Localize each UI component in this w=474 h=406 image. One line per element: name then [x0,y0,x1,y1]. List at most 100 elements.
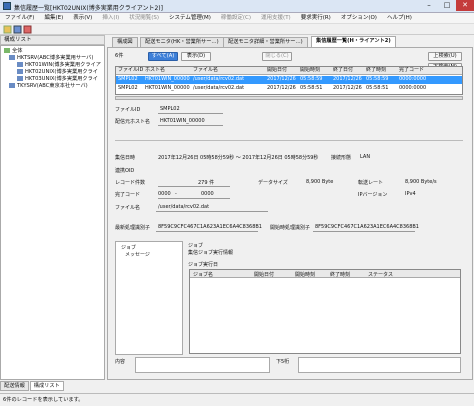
job-exec-label: ジョブ実行日 [188,262,219,268]
horizontal-scrollbar[interactable] [115,96,463,100]
col-start-date[interactable]: 開始日付 [265,67,298,74]
server-icon [9,55,15,60]
menu-options[interactable]: オプション(O) [336,13,382,24]
save-icon [13,25,22,34]
tree-item-job[interactable]: ジョブ [121,244,136,251]
client-icon [17,62,23,67]
col-job-start-time[interactable]: 開始時刻 [295,271,315,278]
minimize-button[interactable]: – [420,0,438,11]
cell-end-date: 2017/12/26 [333,85,362,91]
col-job-end-time[interactable]: 終了時刻 [330,271,350,278]
toolbar [0,24,474,35]
cell-host: HKT01WIN_00000 [145,85,190,91]
tree-item-message[interactable]: メッセージ [125,251,150,258]
left-bottom-tabs: 配送情報 構成リスト [0,381,105,391]
rate-value: 8,900 Byte/s [405,179,437,185]
all-button[interactable]: すべて(A) [148,52,178,61]
completion-code-1: 0000 [158,191,171,197]
menu-help[interactable]: ヘルプ(H) [382,13,417,24]
cell-start-time: 05:58:59 [300,76,323,82]
notes-textarea[interactable] [298,357,461,373]
col-start-time[interactable]: 開始時刻 [298,67,331,74]
datasize-label: データサイズ [258,180,288,186]
col-completion-code[interactable]: 完了コード [397,67,459,74]
menu-settings[interactable]: 稼働設定(C) [216,13,256,24]
search-up-button[interactable]: 上検索(U) [428,52,462,61]
job-info-label: 集信ジョブ実行情報 [188,250,234,256]
section-separator [115,140,463,141]
tree-node-hktsrv[interactable]: HKTSRV(ABC博多実業用サーバ) [9,55,93,62]
job-table[interactable]: ジョブ名 開始日付 開始時刻 終了時刻 ステータス [189,269,461,354]
col-job-status[interactable]: ステータス [368,271,393,278]
tree-node-tkysrv[interactable]: TKYSRV(ABC東京本社サーバ) [9,83,88,90]
tree-node-root[interactable]: 全体 [4,48,22,55]
menu-view[interactable]: 表示(V) [68,13,97,24]
cell-start-date: 2017/12/26 [267,76,296,82]
status-bar: 6件のレコードを表示しています。 [0,393,474,406]
menu-support[interactable]: 運用支援(T) [256,13,296,24]
col-job-name[interactable]: ジョブ名 [193,271,213,278]
tab-delivery-monitor-detail[interactable]: 配送モニタ詳細・営業所サー…) [223,37,308,47]
folder-icon [4,48,10,53]
menu-file[interactable]: ファイル(F) [0,13,39,24]
history-table[interactable]: ファイルID ホスト名 ファイル名 開始日付 開始時刻 終了日付 終了時刻 完了… [115,66,463,95]
cell-code: 0000:0000 [399,76,427,82]
col-end-time[interactable]: 終了時刻 [364,67,397,74]
time-label: 集信日時 [115,155,136,161]
tree-node-hkt02unix[interactable]: HKT02UNIX(博多実業用クライ [17,69,98,76]
job-table-header: ジョブ名 開始日付 開始時刻 終了時刻 ステータス [190,270,460,278]
menu-system[interactable]: システム管理(M) [164,13,216,24]
title-bar: 集信履歴一覧[HKT02UNIX(博多実業用クライアント2)] – □ ✕ [0,0,474,13]
maximize-button[interactable]: □ [438,0,456,11]
notes-label: 下5桁 [276,359,290,365]
records-value: 279 件 [198,180,215,186]
table-row[interactable]: SMPL02 HKT01WIN_00000 /user/data/rcv02.d… [116,85,462,93]
divider [156,231,258,232]
col-host[interactable]: ホスト名 [143,67,191,74]
main-tabs: 構成図 配送モニタ(HK・営業所サー…) 配送モニタ詳細・営業所サー…) 集信履… [107,36,473,47]
divider [156,211,268,212]
menu-edit[interactable]: 編集(E) [39,13,68,24]
app-icon [3,2,11,10]
content-textarea[interactable] [135,357,270,373]
server-icon [9,83,15,88]
tree-node-hkt01win[interactable]: HKT01WIN(博多実業用クライア [17,62,101,69]
close-button[interactable]: 閉じる(C) [262,52,292,61]
col-file-id[interactable]: ファイルID [116,67,143,74]
menu-status[interactable]: 状況閲覧(S) [124,13,164,24]
completion-code-2: 0000 [201,191,214,197]
divider [158,186,230,187]
tab-delivery-monitor[interactable]: 配送モニタ(HK・営業所サー…) [140,37,224,47]
tab-collection-history[interactable]: 集信履歴一覧(H・ライアント2) [311,36,396,47]
client-icon [17,69,23,74]
menu-request[interactable]: 要求実行(R) [296,13,336,24]
left-panel-title: 構成リスト [0,35,105,45]
job-tree[interactable]: ジョブ メッセージ [115,241,183,355]
start-process-id-value: 8F59C9CFC467C1A623A1EC6A4C8368B1 [315,224,419,230]
connection-label: 接続形態 [331,155,352,161]
records-label: レコード件数 [115,180,146,186]
delete-icon [23,25,32,34]
tab-config-diagram[interactable]: 構成図 [112,37,138,47]
col-filename[interactable]: ファイル名 [191,67,265,74]
menu-bar: ファイル(F) 編集(E) 表示(V) 挿入(I) 状況閲覧(S) システム管理(M) 稼働… [0,13,474,24]
col-end-date[interactable]: 終了日付 [331,67,364,74]
divider [158,125,223,126]
cell-end-date: 2017/12/26 [333,76,362,82]
time-value: 2017年12月26日 05時58分59秒 ～ 2017年12月26日 05時5… [158,155,319,161]
record-count: 6件 [115,53,124,59]
close-window-button[interactable]: ✕ [456,0,474,11]
host-label: 配信元ホスト名 [115,119,151,125]
tab-config-list[interactable]: 構成リスト [29,381,64,391]
table-row[interactable]: SMPL02 HKT01WIN_00000 /user/data/rcv02.d… [116,76,462,84]
code-separator: - [175,191,177,197]
file-id-value: SMPL02 [160,106,180,112]
col-job-start-date[interactable]: 開始日付 [254,271,274,278]
cell-end-time: 05:58:51 [366,85,389,91]
tab-delivery-info[interactable]: 配送情報 [0,381,29,391]
display-button[interactable]: 表示(D) [181,52,211,61]
config-tree[interactable]: 全体 HKTSRV(ABC博多実業用サーバ) HKT01WIN(博多実業用クライ… [0,45,105,380]
tree-node-hkt03unix[interactable]: HKT03UNIX(博多実業用クライ [17,76,98,83]
cell-start-time: 05:58:51 [300,85,323,91]
menu-insert[interactable]: 挿入(I) [97,13,124,24]
